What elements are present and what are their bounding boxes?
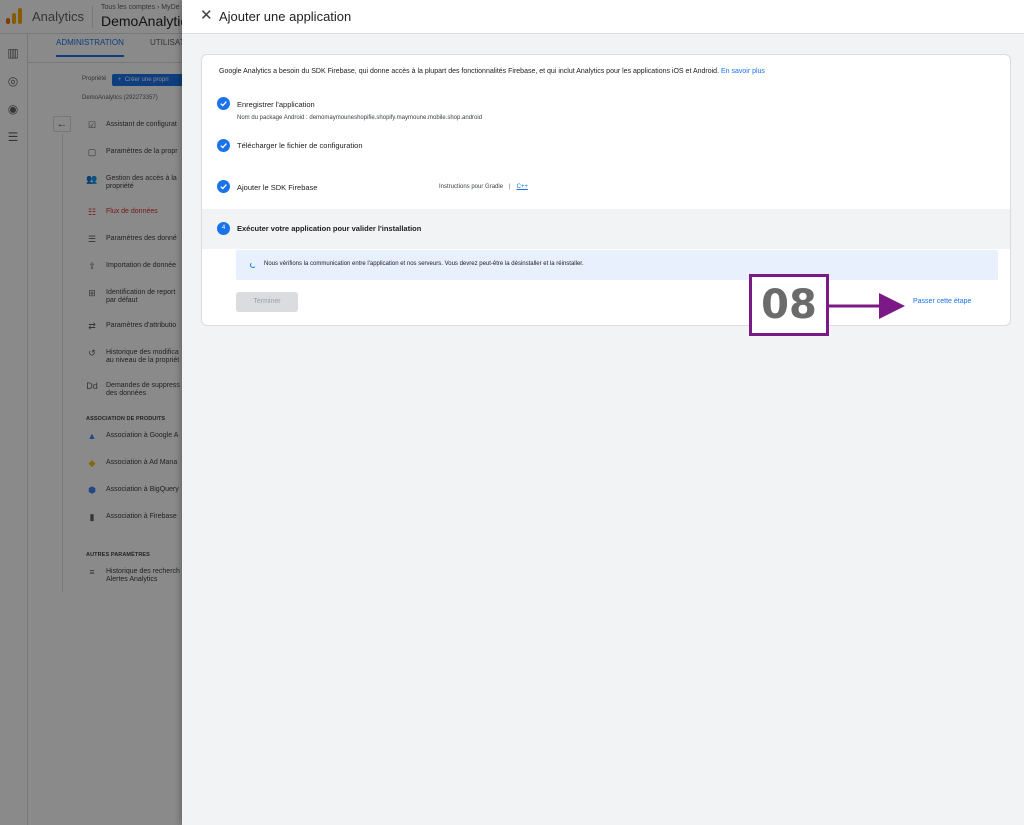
step-2-title: Télécharger le fichier de configuration bbox=[237, 141, 363, 150]
step-annotation-number: 08 bbox=[761, 282, 817, 328]
package-name: Nom du package Android : demomaymounesho… bbox=[237, 115, 483, 121]
separator: | bbox=[509, 184, 511, 190]
step-annotation-box: 08 bbox=[749, 274, 829, 336]
setup-card: Google Analytics a besoin du SDK Firebas… bbox=[201, 54, 1011, 326]
step-1-title: Enregistrer l'application bbox=[237, 100, 315, 109]
panel-header: ✕ Ajouter une application bbox=[182, 0, 1024, 34]
verification-message: Nous vérifions la communication entre l'… bbox=[264, 261, 584, 267]
close-icon[interactable]: ✕ bbox=[200, 8, 213, 24]
verification-info-box: Nous vérifions la communication entre l'… bbox=[236, 250, 998, 280]
step-3-title: Ajouter le SDK Firebase bbox=[237, 183, 318, 192]
cpp-link[interactable]: C++ bbox=[517, 184, 528, 190]
intro-description: Google Analytics a besoin du SDK Firebas… bbox=[219, 68, 720, 75]
sdk-instructions: Instructions pour Gradle | C++ bbox=[439, 184, 528, 190]
add-application-panel: ✕ Ajouter une application Google Analyti… bbox=[182, 0, 1024, 825]
annotation-arrow-icon bbox=[829, 293, 905, 319]
skip-step-link[interactable]: Passer cette étape bbox=[913, 298, 971, 305]
dialog-title: Ajouter une application bbox=[219, 9, 352, 24]
step-4-title: Exécuter votre application pour valider … bbox=[237, 224, 422, 233]
learn-more-link[interactable]: En savoir plus bbox=[721, 68, 765, 75]
gradle-instructions-label: Instructions pour Gradle bbox=[439, 184, 504, 190]
finish-button[interactable]: Terminer bbox=[236, 292, 298, 312]
intro-text: Google Analytics a besoin du SDK Firebas… bbox=[219, 68, 765, 75]
check-circle-icon bbox=[217, 97, 230, 110]
check-circle-icon bbox=[217, 180, 230, 193]
step-4-number: 4 bbox=[217, 222, 230, 235]
check-circle-icon bbox=[217, 139, 230, 152]
loading-spinner-icon bbox=[250, 262, 256, 268]
